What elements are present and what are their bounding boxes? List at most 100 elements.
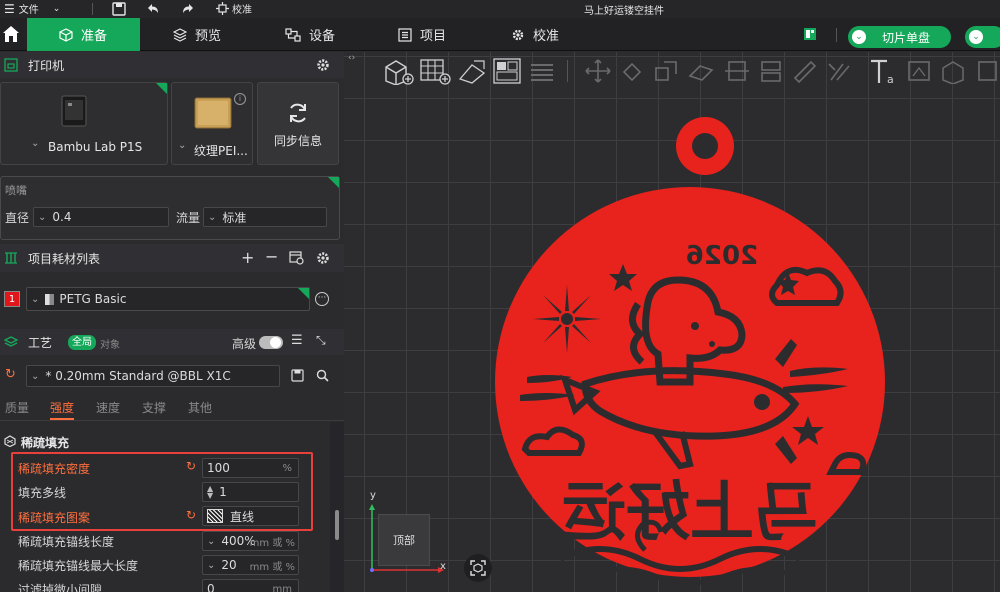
hanging-hole [692,133,718,159]
chevron-down-icon: ⌄ [852,30,866,44]
tab-calibrate[interactable]: 校准 [511,18,559,51]
layers-stack-icon[interactable] [528,57,556,85]
infill-icon [4,435,16,447]
nozzle-flow-select[interactable]: ⌄ 标准 [203,207,327,227]
reset-icon[interactable]: ↻ [186,508,196,522]
remove-filament-icon[interactable]: − [265,247,278,266]
more-options-icon[interactable]: ··· [315,292,329,306]
tab-speed[interactable]: 速度 [96,399,120,416]
reset-icon[interactable]: ↻ [5,367,16,382]
add-plate-icon[interactable] [419,57,451,85]
infill-anchor-max-select[interactable]: ⌄ 20 mm 或 % [202,555,299,575]
infill-pattern-select[interactable]: 直线 [202,506,299,526]
printer-card[interactable]: ⌄ Bambu Lab P1S [0,82,168,165]
stepper-icon[interactable]: ▲ ▼ [207,485,213,500]
tab-prepare-label: 准备 [81,29,108,44]
redo-icon[interactable] [181,2,195,16]
tab-device-label: 设备 [309,29,336,44]
gear-icon[interactable] [316,58,330,72]
home-icon[interactable] [2,25,20,43]
process-layers-icon [4,336,18,347]
advanced-label: 高级 [232,337,257,351]
gear-icon [512,29,524,40]
filament-select[interactable]: ⌄ PETG Basic [26,287,310,311]
list-view-icon[interactable]: ☰ [291,333,303,348]
print-plate-button[interactable]: ⌄ [965,26,1000,48]
text-tool-icon[interactable]: a [868,57,898,85]
object-toggle[interactable]: 对象 [100,336,120,351]
tab-project[interactable]: 项目 [398,18,446,51]
filter-gaps-input[interactable]: 0 mm [202,579,299,592]
plate-layout-icon[interactable] [803,27,817,41]
title-bar: ☰ 文件 ⌄ 校准 马上好运镂空挂件 [0,0,1000,18]
refresh-icon [290,103,306,123]
switch-knob [270,337,281,348]
plate-card[interactable]: i ⌄ 纹理PEI... [171,82,253,165]
tab-other[interactable]: 其他 [188,399,212,416]
arrange-icon[interactable] [492,57,522,85]
tab-quality[interactable]: 质量 [5,399,29,416]
tab-strength[interactable]: 强度 [50,399,75,420]
chevron-down-icon: ⌄ [31,293,40,305]
infill-pattern-value: 直线 [230,509,255,524]
tab-preview[interactable]: 预览 [173,18,221,51]
scrollbar-thumb[interactable] [335,510,339,540]
tab-preview-label: 预览 [195,29,222,44]
slice-plate-label: 切片单盘 [882,30,931,45]
settings-scrollbar[interactable] [330,422,344,592]
reset-icon[interactable]: ↻ [186,459,196,473]
add-cube-icon[interactable] [382,57,414,85]
plate-name: 纹理PEI... [194,144,248,158]
infill-anchor-select[interactable]: ⌄ 400% mm 或 % [202,531,299,551]
nozzle-diameter-select[interactable]: ⌄ 0.4 [33,207,169,227]
view-cube[interactable]: 顶部 [378,514,430,566]
fit-view-icon [470,560,486,576]
tab-device[interactable]: 设备 [285,18,335,51]
tab-support[interactable]: 支撑 [142,399,166,416]
gear-icon[interactable] [316,251,330,265]
undo-icon[interactable] [146,2,160,16]
seam-paint-icon [828,63,850,81]
printer-icon [4,58,18,72]
process-preset-select[interactable]: ⌄ * 0.20mm Standard @BBL X1C [26,365,280,387]
global-toggle[interactable]: 全局 [68,335,96,350]
calibrate-menu[interactable]: 校准 [216,1,252,16]
chevron-down-icon: ⌄ [207,559,216,571]
infill-density-label: 稀疏填充密度 [18,462,91,476]
collapse-panel-icon[interactable]: ‹› [348,53,355,63]
file-menu-label: 文件 [18,5,39,16]
filament-sync-icon[interactable] [289,251,304,265]
ornament-model[interactable]: 2026 马上好运 [490,114,890,592]
add-filament-icon[interactable]: + [241,248,254,267]
compare-icon[interactable]: ⤡ [316,333,326,348]
nozzle-flow-label: 流量 [176,211,201,225]
filament-slot[interactable]: 1 [4,291,20,307]
chevron-down-icon: ⌄ [207,535,216,547]
save-preset-icon[interactable] [291,369,304,382]
chevron-down-icon: ⌄ [52,3,61,14]
infill-multiline-value: 1 [219,485,227,499]
infill-density-input[interactable]: 100 % [202,458,299,478]
file-menu[interactable]: ☰ 文件 ⌄ [4,1,61,17]
infill-multiline-stepper[interactable]: ▲ ▼ 1 [202,482,299,502]
sync-info-button[interactable]: 同步信息 [257,82,339,165]
process-section-title: 工艺 [28,335,53,350]
scale-icon [655,61,677,81]
ornament-year-text: 2026 [686,241,758,271]
info-icon[interactable]: i [234,93,246,105]
chevron-down-icon: ⌄ [969,30,983,44]
auto-orient-icon[interactable] [456,57,488,85]
svg-text:a: a [887,73,894,85]
chevron-down-icon: ⌄ [178,140,187,151]
3d-viewport[interactable]: ‹› 2026 马上好运 y x 顶部 [344,52,1000,592]
search-icon[interactable] [316,369,329,382]
svg-tool-icon [908,61,930,81]
save-icon[interactable] [112,2,126,16]
measure-icon [942,61,964,84]
slice-plate-button[interactable]: ⌄ 切片单盘 [848,26,951,48]
axis-x-label: x [440,561,446,572]
tab-prepare[interactable]: 准备 [27,18,140,51]
advanced-switch[interactable] [259,336,283,349]
divider [92,3,93,15]
fit-view-button[interactable] [464,554,492,582]
